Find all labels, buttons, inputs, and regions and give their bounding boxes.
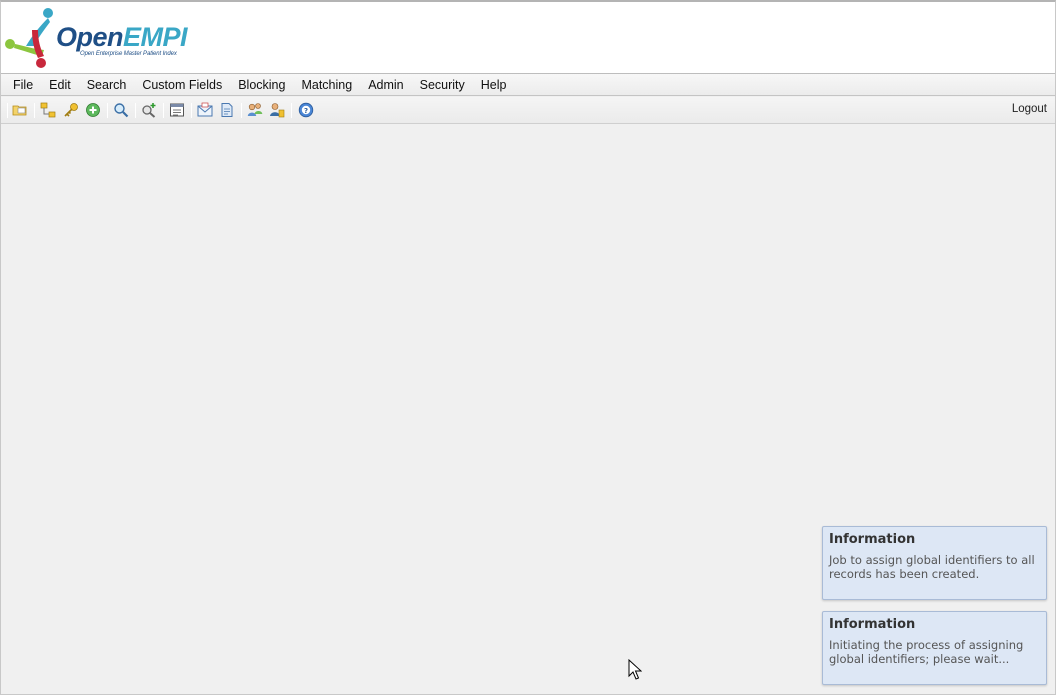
notification-title: Information xyxy=(829,532,916,547)
menu-security[interactable]: Security xyxy=(412,74,473,96)
tree-structure-icon[interactable] xyxy=(40,102,56,118)
svg-text:?: ? xyxy=(304,107,308,115)
notification-message: Initiating the process of assigning glob… xyxy=(829,638,1024,666)
notification-toast: Information Job to assign global identif… xyxy=(822,526,1047,600)
menu-edit[interactable]: Edit xyxy=(41,74,79,96)
menu-matching[interactable]: Matching xyxy=(293,74,360,96)
help-icon[interactable]: ? xyxy=(298,102,314,118)
report-icon[interactable] xyxy=(169,102,185,118)
toolbar: ? Logout xyxy=(1,97,1055,124)
notification-toast: Information Initiating the process of as… xyxy=(822,611,1047,685)
menu-blocking[interactable]: Blocking xyxy=(230,74,293,96)
notification-message: Job to assign global identifiers to all … xyxy=(829,553,1035,581)
toolbar-separator xyxy=(7,103,8,118)
search-add-icon[interactable] xyxy=(141,102,157,118)
logo-wordmark: OpenEMPI xyxy=(56,22,188,52)
toolbar-separator xyxy=(34,103,35,118)
document-icon[interactable] xyxy=(219,102,235,118)
toolbar-separator xyxy=(107,103,108,118)
notification-title: Information xyxy=(829,617,916,632)
menu-admin[interactable]: Admin xyxy=(360,74,411,96)
open-folder-icon[interactable] xyxy=(12,102,28,118)
main-content-area xyxy=(1,125,1055,694)
add-icon[interactable] xyxy=(85,102,101,118)
toolbar-separator xyxy=(135,103,136,118)
toolbar-separator xyxy=(163,103,164,118)
logout-link[interactable]: Logout xyxy=(1012,103,1047,115)
menu-custom-fields[interactable]: Custom Fields xyxy=(134,74,230,96)
search-icon[interactable] xyxy=(113,102,129,118)
toolbar-separator xyxy=(241,103,242,118)
user-settings-icon[interactable] xyxy=(269,102,285,118)
logo-figure-icon xyxy=(5,8,53,68)
menu-search[interactable]: Search xyxy=(79,74,135,96)
users-icon[interactable] xyxy=(247,102,263,118)
menu-help[interactable]: Help xyxy=(473,74,515,96)
app-header: OpenEMPI Open Enterprise Master Patient … xyxy=(0,0,1056,74)
openempi-logo: OpenEMPI Open Enterprise Master Patient … xyxy=(4,6,194,68)
toolbar-separator xyxy=(291,103,292,118)
mail-icon[interactable] xyxy=(197,102,213,118)
menu-bar: File Edit Search Custom Fields Blocking … xyxy=(1,74,1055,96)
logo-tagline: Open Enterprise Master Patient Index xyxy=(80,51,177,57)
key-icon[interactable] xyxy=(63,102,79,118)
mouse-pointer-icon xyxy=(628,659,642,680)
toolbar-separator xyxy=(191,103,192,118)
menu-file[interactable]: File xyxy=(1,74,41,96)
